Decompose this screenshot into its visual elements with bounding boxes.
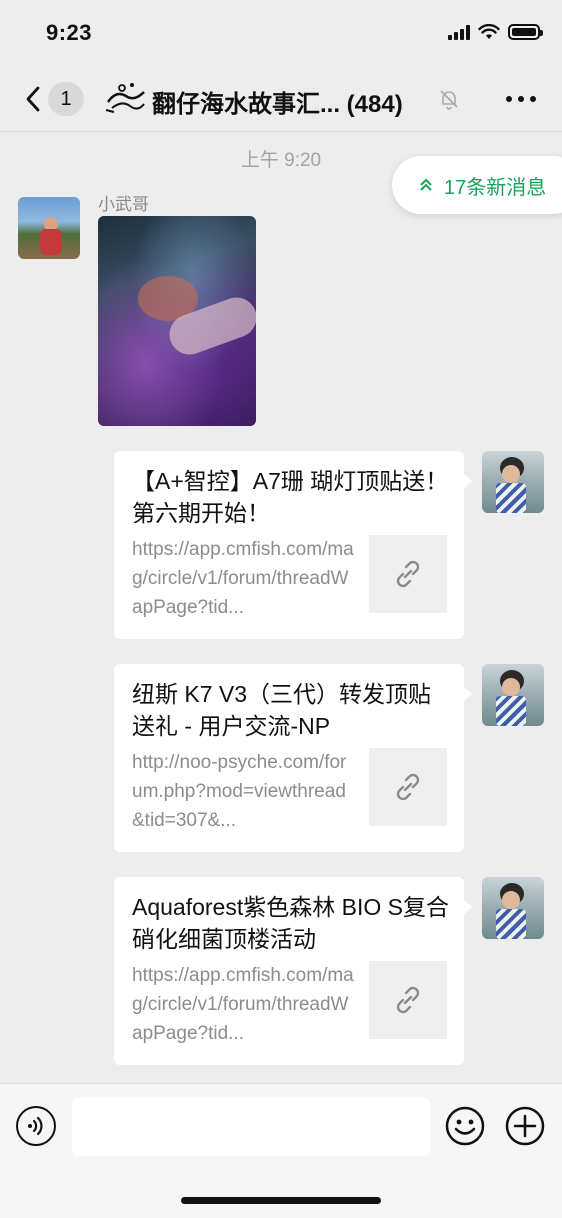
link-icon xyxy=(396,773,420,801)
link-thumbnail xyxy=(369,748,447,826)
sender-name: 小武哥 xyxy=(98,195,149,214)
link-message[interactable]: 纽斯 K7 V3（三代）转发顶贴送礼 - 用户交流-NP http://noo-… xyxy=(114,664,472,852)
home-indicator xyxy=(181,1197,381,1204)
voice-button[interactable] xyxy=(16,1106,56,1146)
link-url: http://noo-psyche.com/forum.php?mod=view… xyxy=(132,752,347,831)
link-thumbnail xyxy=(369,535,447,613)
unread-count-badge[interactable]: 1 xyxy=(48,82,84,116)
message-input[interactable] xyxy=(72,1098,430,1156)
link-title: 纽斯 K7 V3（三代）转发顶贴送礼 - 用户交流-NP xyxy=(132,681,432,739)
link-title: Aquaforest紫色森林 BIO S复合硝化细菌顶楼活动 xyxy=(132,894,449,952)
chat-header: 1 翻仔海水故事汇... (484) xyxy=(0,66,562,132)
status-bar: 9:23 xyxy=(0,0,562,66)
link-message[interactable]: Aquaforest紫色森林 BIO S复合硝化细菌顶楼活动 https://a… xyxy=(114,877,472,1065)
cellular-signal-icon xyxy=(448,24,470,40)
double-chevron-up-icon xyxy=(420,178,432,191)
status-time: 9:23 xyxy=(46,20,93,45)
status-icons xyxy=(448,24,543,40)
link-title: 【A+智控】A7珊 瑚灯顶贴送！第六期开始！ xyxy=(132,468,449,526)
link-thumbnail xyxy=(369,961,447,1039)
link-message[interactable]: 【A+智控】A7珊 瑚灯顶贴送！第六期开始！ https://app.cmfis… xyxy=(114,451,472,639)
more-icon[interactable] xyxy=(506,96,536,102)
voice-icon xyxy=(28,1116,43,1136)
image-message[interactable] xyxy=(98,216,256,426)
mute-bell-icon xyxy=(440,90,458,110)
emoji-icon[interactable] xyxy=(445,1106,485,1146)
link-url: https://app.cmfish.com/mag/circle/v1/for… xyxy=(132,539,354,618)
link-icon xyxy=(396,560,420,588)
link-url: https://app.cmfish.com/mag/circle/v1/for… xyxy=(132,965,354,1044)
group-logo-icon xyxy=(105,83,145,113)
chat-title: 翻仔海水故事汇... (484) xyxy=(152,91,403,118)
new-messages-pill[interactable]: 17条新消息 xyxy=(392,156,562,214)
my-avatar[interactable] xyxy=(482,451,544,513)
plus-icon[interactable] xyxy=(505,1106,545,1146)
sender-avatar[interactable] xyxy=(18,197,80,259)
wifi-icon xyxy=(478,24,500,39)
battery-icon xyxy=(508,24,543,40)
my-avatar[interactable] xyxy=(482,877,544,939)
my-avatar[interactable] xyxy=(482,664,544,726)
new-messages-label: 17条新消息 xyxy=(444,176,547,199)
link-icon xyxy=(396,986,420,1014)
back-chevron-icon[interactable] xyxy=(22,84,44,114)
